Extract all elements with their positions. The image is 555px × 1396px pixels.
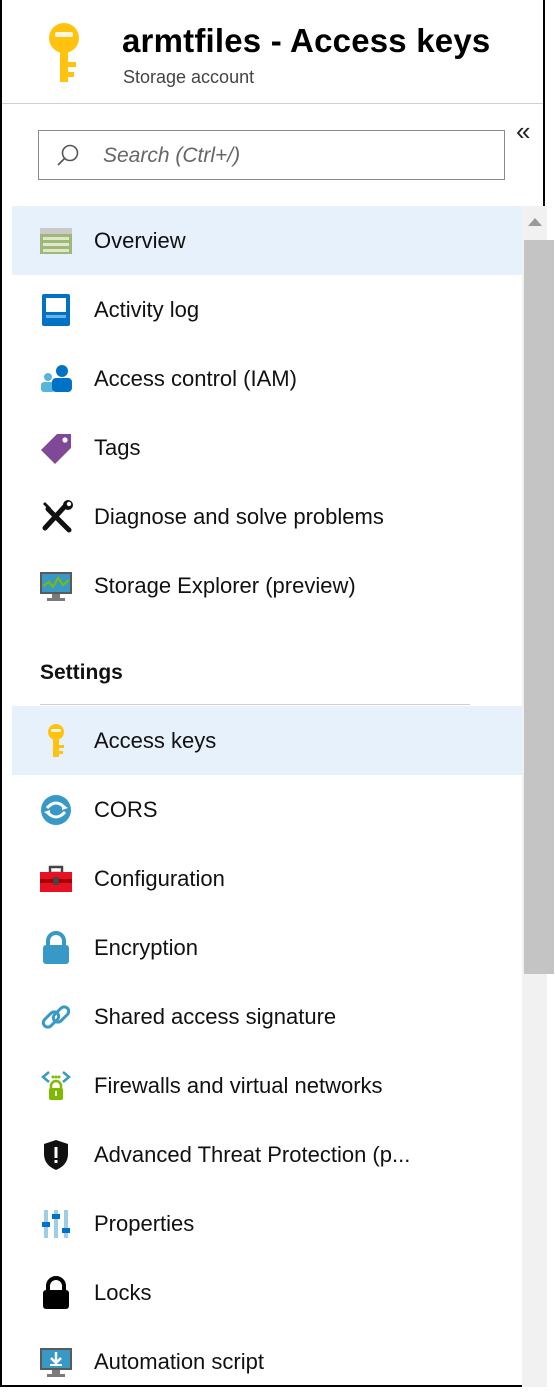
menu-item-storage-explorer[interactable]: Storage Explorer (preview)	[12, 551, 522, 620]
page-title: armtfiles - Access keys	[122, 22, 491, 59]
page-subtitle: Storage account	[123, 67, 255, 87]
collapse-menu-button[interactable]: «	[516, 118, 530, 144]
scrollbar-thumb[interactable]	[524, 240, 554, 974]
menu-item-label: Locks	[94, 1279, 152, 1305]
menu-item-label: Properties	[94, 1210, 195, 1236]
scroll-up-arrow-icon[interactable]	[528, 218, 542, 226]
menu-item-label: Encryption	[94, 934, 198, 960]
menu-item-cors[interactable]: CORS	[12, 775, 522, 844]
menu-item-label: Activity log	[94, 296, 200, 322]
settings-section-heading: Settings	[40, 661, 123, 684]
key-icon	[38, 723, 74, 759]
menu-item-automation-script[interactable]: Automation script	[12, 1327, 522, 1396]
overview-icon	[38, 223, 74, 259]
menu-item-label: Shared access signature	[94, 1003, 337, 1029]
menu-item-access-control[interactable]: Access control (IAM)	[12, 344, 522, 413]
search-box[interactable]	[38, 130, 505, 180]
menu-item-properties[interactable]: Properties	[12, 1189, 522, 1258]
key-icon	[49, 23, 79, 82]
menu-item-label: Automation script	[94, 1348, 264, 1374]
toolbox-icon	[38, 861, 74, 897]
menu-item-locks[interactable]: Locks	[12, 1258, 522, 1327]
search-icon	[57, 144, 79, 166]
automation-script-icon	[38, 1344, 74, 1380]
menu-item-label: Advanced Threat Protection (p...	[94, 1141, 411, 1167]
link-icon	[38, 999, 74, 1035]
padlock-icon	[38, 1275, 74, 1311]
menu-item-advanced-threat-protection[interactable]: Advanced Threat Protection (p...	[12, 1120, 522, 1189]
menu-item-label: Storage Explorer (preview)	[94, 572, 356, 598]
shield-icon	[38, 1137, 74, 1173]
menu-item-firewalls[interactable]: Firewalls and virtual networks	[12, 1051, 522, 1120]
menu-item-configuration[interactable]: Configuration	[12, 844, 522, 913]
menu-item-label: CORS	[94, 796, 158, 822]
menu-item-label: Firewalls and virtual networks	[94, 1072, 383, 1098]
search-input[interactable]	[101, 137, 485, 175]
menu-scrollbar[interactable]	[522, 206, 554, 1387]
lock-icon	[38, 930, 74, 966]
section-divider	[40, 704, 470, 705]
menu-item-activity-log[interactable]: Activity log	[12, 275, 522, 344]
menu-item-overview[interactable]: Overview	[12, 206, 522, 275]
menu-item-label: Tags	[94, 434, 141, 460]
menu-item-label: Access keys	[94, 727, 217, 753]
wrench-screwdriver-icon	[38, 499, 74, 535]
menu-item-encryption[interactable]: Encryption	[12, 913, 522, 982]
menu-item-tags[interactable]: Tags	[12, 413, 522, 482]
tag-icon	[38, 430, 74, 466]
firewall-icon	[38, 1068, 74, 1104]
resource-menu: Overview Activity log Access control (IA…	[12, 206, 522, 620]
access-control-icon	[38, 361, 74, 397]
menu-item-access-keys[interactable]: Access keys	[12, 706, 522, 775]
blade-header: armtfiles - Access keys Storage account	[2, 0, 543, 104]
cors-icon	[38, 792, 74, 828]
menu-item-shared-access-signature[interactable]: Shared access signature	[12, 982, 522, 1051]
settings-menu: Access keys CORS Configuration Encryptio…	[12, 706, 522, 1396]
storage-explorer-icon	[38, 568, 74, 604]
activity-log-icon	[38, 292, 74, 328]
menu-item-label: Diagnose and solve problems	[94, 503, 384, 529]
menu-item-label: Overview	[94, 227, 186, 253]
properties-icon	[38, 1206, 74, 1242]
menu-item-diagnose[interactable]: Diagnose and solve problems	[12, 482, 522, 551]
menu-item-label: Access control (IAM)	[94, 365, 297, 391]
menu-item-label: Configuration	[94, 865, 225, 891]
resource-menu-blade: armtfiles - Access keys Storage account …	[0, 0, 554, 1387]
